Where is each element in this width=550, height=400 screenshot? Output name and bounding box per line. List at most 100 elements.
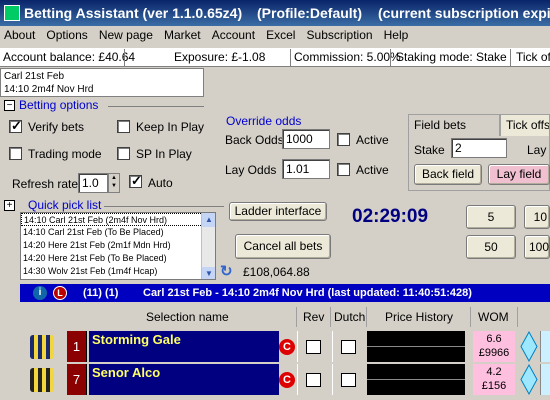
wom-odds: 6.6 (486, 333, 502, 345)
runner-c-icon[interactable]: C (279, 372, 295, 388)
race-tab[interactable]: Carl 21st Feb 14:10 2m4f Nov Hrd (0, 68, 204, 97)
back-price-cell[interactable] (540, 364, 550, 395)
table-row[interactable]: 7 Senor Alco C 4.2 £156 (0, 364, 550, 395)
trading-mode-label: Trading mode (28, 147, 102, 161)
info-icon[interactable]: i (33, 286, 47, 300)
stake-100-button[interactable]: 100 (524, 235, 550, 259)
runner-counts: (11) (1) (83, 287, 119, 299)
sp-in-play-checkbox[interactable] (117, 147, 130, 160)
window-title: Betting Assistant (ver 1.1.0.65z4) (24, 5, 243, 21)
trading-mode-checkbox[interactable] (9, 147, 22, 160)
betting-options-header: − Betting options (4, 98, 214, 114)
stake-50-button[interactable]: 50 (466, 235, 516, 259)
status-divider (290, 49, 291, 66)
refresh-icon[interactable]: ↻ (220, 264, 236, 280)
status-divider (390, 49, 391, 66)
price-trace (367, 379, 465, 380)
back-odds-active-checkbox[interactable] (337, 133, 350, 146)
menu-subscription[interactable]: Subscription (303, 26, 377, 46)
menu-account[interactable]: Account (208, 26, 259, 46)
ladder-interface-button[interactable]: Ladder interface (229, 202, 327, 221)
list-item[interactable]: 14:20 Here 21st Feb (2m1f Mdn Hrd) (21, 239, 215, 252)
wom-odds: 4.2 (486, 366, 502, 378)
runner-number: 7 (67, 364, 87, 395)
collapse-icon[interactable]: − (4, 100, 15, 111)
lay-odds-active-label: Active (356, 163, 389, 177)
diamond-icon[interactable] (520, 331, 538, 362)
keep-in-play-checkbox[interactable] (117, 120, 130, 133)
wom-cell: 4.2 £156 (473, 364, 515, 395)
back-price-cell[interactable] (540, 331, 550, 362)
tab-field-bets[interactable]: Field bets (408, 114, 500, 136)
cancel-all-bets-button[interactable]: Cancel all bets (235, 234, 331, 259)
sp-in-play-label: SP In Play (136, 147, 192, 161)
col-rev: Rev (303, 310, 325, 324)
runner-name[interactable]: Storming Gale (88, 331, 279, 362)
scroll-up-icon[interactable]: ▲ (202, 213, 215, 227)
auto-checkbox[interactable] (129, 173, 142, 189)
runner-c-icon[interactable]: C (279, 339, 295, 355)
scroll-down-icon[interactable]: ▼ (202, 267, 215, 279)
race-tab-course: Carl 21st Feb (4, 71, 65, 82)
dutch-checkbox[interactable] (341, 340, 356, 354)
list-item[interactable]: 14:10 Carl 21st Feb (To Be Placed) (21, 226, 215, 239)
list-scrollbar[interactable]: ▲ ▼ (201, 213, 215, 279)
list-item[interactable]: 14:20 Here 21st Feb (To Be Placed) (21, 252, 215, 265)
runner-grid-header: Selection name Rev Dutch Price History W… (20, 305, 550, 329)
quick-pick-list[interactable]: 14:10 Carl 21st Feb (2m4f Nov Hrd) 14:10… (20, 212, 216, 280)
expand-icon[interactable]: + (4, 200, 15, 211)
refresh-rate-label: Refresh rate (12, 177, 79, 191)
list-item[interactable]: 14:30 Wolv 21st Feb (1m4f Hcap) (21, 265, 215, 278)
tab-tick-offset[interactable]: Tick offse (500, 114, 550, 136)
dutch-checkbox[interactable] (341, 373, 356, 387)
menu-new-page[interactable]: New page (95, 26, 157, 46)
countdown-timer: 02:29:09 (352, 206, 429, 227)
table-row[interactable]: 1 Storming Gale C 6.6 £9966 (0, 331, 550, 362)
lay-odds-label: Lay Odds (225, 163, 277, 177)
stake-5-button[interactable]: 5 (466, 205, 516, 229)
rev-checkbox[interactable] (306, 373, 321, 387)
auto-label: Auto (148, 176, 173, 190)
wom-cell: 6.6 £9966 (473, 331, 515, 362)
stake-label: Stake (414, 143, 445, 157)
subscription-label: (current subscription expire (378, 5, 550, 21)
profile-label: (Profile:Default) (257, 5, 362, 21)
status-divider (124, 49, 125, 66)
refresh-rate-spinner[interactable]: ▲ ▼ (108, 173, 120, 193)
menu-excel[interactable]: Excel (262, 26, 299, 46)
stake-10-button[interactable]: 10 (524, 205, 550, 229)
list-item[interactable]: 14:10 Carl 21st Feb (2m4f Nov Hrd) (21, 213, 215, 226)
keep-in-play-label: Keep In Play (136, 120, 205, 134)
wom-amount: £156 (481, 380, 507, 392)
lay-odds-field[interactable]: 1.01 (282, 159, 330, 179)
back-odds-label: Back Odds (225, 133, 284, 147)
menu-about[interactable]: About (0, 26, 39, 46)
account-status-bar: Account balance: £40.64 Exposure: £-1.08… (0, 48, 550, 67)
commission: Commission: 5.00% (294, 50, 401, 64)
jockey-silk-icon (30, 335, 54, 359)
runner-name[interactable]: Senor Alco (88, 364, 279, 395)
race-tab-race: 14:10 2m4f Nov Hrd (4, 84, 94, 95)
stake-field[interactable]: 2 (451, 138, 507, 158)
exposure: Exposure: £-1.08 (174, 50, 266, 64)
lay-odds-active-checkbox[interactable] (337, 163, 350, 176)
liability-amount: £108,064.88 (243, 265, 310, 279)
back-field-button[interactable]: Back field (414, 164, 482, 185)
refresh-rate-field[interactable]: 1.0 (78, 173, 108, 193)
wom-amount: £9966 (478, 347, 510, 359)
diamond-icon[interactable] (520, 364, 538, 395)
price-history-chart (367, 331, 465, 362)
lay-odds-partial-label: Lay o (527, 143, 550, 157)
rev-checkbox[interactable] (306, 340, 321, 354)
staking-mode: Staking mode: Stake (396, 50, 507, 64)
verify-bets-checkbox[interactable] (9, 118, 22, 134)
menu-options[interactable]: Options (42, 26, 91, 46)
menu-market[interactable]: Market (160, 26, 205, 46)
back-odds-field[interactable]: 1000 (282, 129, 330, 149)
lay-field-button[interactable]: Lay field (488, 164, 550, 185)
jockey-silk-icon (30, 368, 54, 392)
quick-pick-title: Quick pick list (28, 198, 102, 212)
col-dutch: Dutch (334, 310, 366, 324)
live-icon[interactable]: L (53, 286, 67, 300)
menu-help[interactable]: Help (380, 26, 413, 46)
